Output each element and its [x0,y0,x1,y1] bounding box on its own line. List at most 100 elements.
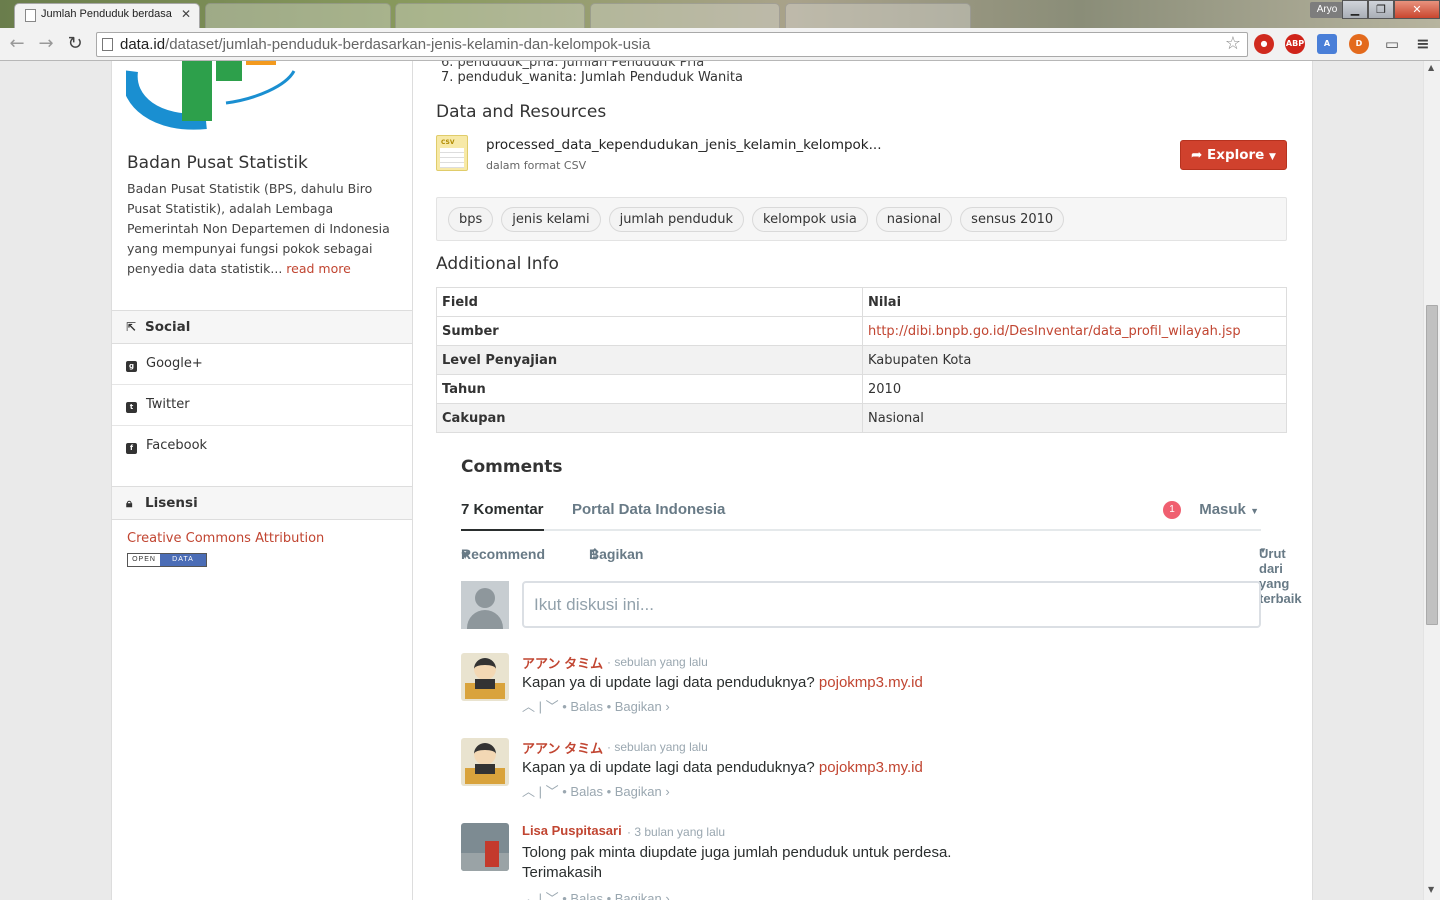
comment-text: Kapan ya di update lagi data penduduknya… [522,674,923,691]
minimize-icon[interactable]: ▁ [1342,0,1368,19]
comment-author[interactable]: Lisa Puspitasari [522,823,622,838]
bookmark-star-icon[interactable]: ☆ [1225,33,1241,54]
page-scrollbar[interactable]: ▲ ▼ [1423,61,1440,900]
comments-actions: ♥ Recommend ⇪ Bagikan Urut dari yang ter… [461,546,1302,606]
avatar[interactable] [461,738,509,786]
comment-text: Kapan ya di update lagi data penduduknya… [522,759,923,776]
browser-tab-active[interactable]: Jumlah Penduduk berdasa ✕ [14,3,200,28]
tag[interactable]: kelompok usia [752,207,868,232]
additional-info-table: Field Nilai Sumber http://dibi.bnpb.go.i… [436,287,1287,433]
additional-info-title: Additional Info [436,254,559,274]
caret-down-icon: ▼ [1250,506,1259,516]
browser-tab[interactable] [785,3,971,28]
tab-title: Jumlah Penduduk berdasa [41,8,172,20]
upvote-icon[interactable]: ︿ [522,699,535,714]
social-heading: ⇱ Social [112,310,412,344]
org-description: Badan Pusat Statistik (BPS, dahulu Biro … [127,181,390,276]
duckduckgo-icon[interactable]: D [1349,34,1369,54]
browser-tab[interactable] [590,3,780,28]
bps-logo [126,61,296,130]
caret-down-icon: ▼ [1269,152,1276,162]
comments-section: Comments 7 Komentar Portal Data Indonesi… [461,453,1302,900]
comment-link[interactable]: pojokmp3.my.id [819,674,923,691]
comment-author[interactable]: アアン タミム [522,738,603,757]
scroll-thumb[interactable] [1426,305,1438,625]
resource-name-link[interactable]: processed_data_kependudukan_jenis_kelami… [486,137,882,153]
reload-icon[interactable]: ↻ [64,33,86,55]
avatar[interactable] [461,653,509,701]
cast-icon[interactable]: ▭ [1382,34,1402,54]
main-content: 6. penduduk_pria: Jumlah Penduduk Pria 7… [413,61,1313,900]
field-list-item: 6. penduduk_pria: Jumlah Penduduk Pria [441,61,705,70]
upvote-icon[interactable]: ︿ [522,891,535,900]
share-square-icon: ⇱ [126,320,137,334]
tags-box: bps jenis kelami jumlah penduduk kelompo… [436,197,1287,241]
tab-close-icon[interactable]: ✕ [181,7,191,21]
share-link[interactable]: Bagikan › [615,699,670,714]
open-data-badge[interactable]: OPEN DATA [127,553,207,567]
caret-down-icon: ▼ [1259,546,1267,555]
read-more-link[interactable]: read more [286,261,351,276]
translate-icon[interactable]: A [1317,34,1337,54]
facebook-icon: f [126,443,137,454]
comment-link[interactable]: pojokmp3.my.id [819,759,923,776]
lock-icon: 🔒︎ [126,496,133,510]
comment-time[interactable]: · sebulan yang lalu [607,740,708,754]
avatar[interactable] [461,823,509,871]
table-row: Field Nilai [436,287,1287,317]
social-link-googleplus[interactable]: g Google+ [112,344,412,385]
browser-tab[interactable] [205,3,391,28]
explore-button[interactable]: ➦ Explore ▼ [1180,140,1287,170]
comment-input[interactable]: Ikut diskusi ini... [522,581,1261,628]
comments-nav: 7 Komentar Portal Data Indonesia 1 Masuk… [461,501,1261,531]
reply-button[interactable]: Balas [570,699,603,714]
comment-time[interactable]: · sebulan yang lalu [607,655,708,669]
page-icon [102,38,113,51]
sidebar: Badan Pusat Statistik Badan Pusat Statis… [111,61,413,900]
adblock-icon[interactable]: ABP [1285,34,1305,54]
comment-text: Tolong pak minta diupdate juga jumlah pe… [522,844,952,881]
tag[interactable]: nasional [875,207,953,232]
tag[interactable]: sensus 2010 [960,207,1065,232]
reply-button[interactable]: Balas [570,891,603,900]
scroll-up-icon[interactable]: ▲ [1428,63,1434,72]
address-bar[interactable]: data.id/dataset/jumlah-penduduk-berdasar… [96,32,1248,57]
browser-toolbar: ← → ↻ data.id/dataset/jumlah-penduduk-be… [0,28,1440,61]
tab-community[interactable]: Portal Data Indonesia [572,501,725,518]
window-titlebar: Jumlah Penduduk berdasa ✕ Aryo ▁ ❐ ✕ [0,0,1440,28]
table-row: Tahun 2010 [436,374,1287,404]
window-close-icon[interactable]: ✕ [1394,0,1440,19]
downvote-icon[interactable]: ﹀ [546,784,559,799]
browser-tab[interactable] [395,3,585,28]
scroll-down-icon[interactable]: ▼ [1428,885,1434,894]
downvote-icon[interactable]: ﹀ [546,891,559,900]
notification-badge[interactable]: 1 [1163,501,1181,519]
tab-comments-count[interactable]: 7 Komentar [461,501,544,531]
share-link[interactable]: Bagikan › [615,891,670,900]
tag[interactable]: bps [448,207,494,232]
reply-button[interactable]: Balas [570,784,603,799]
menu-icon[interactable]: ≡ [1413,34,1433,54]
field-list-item: 7. penduduk_wanita: Jumlah Penduduk Wani… [441,70,743,85]
csv-file-icon: CSV [436,135,468,171]
tag[interactable]: jumlah penduduk [608,207,745,232]
forward-icon[interactable]: → [35,33,57,55]
comment-time[interactable]: · 3 bulan yang lalu [627,825,725,839]
back-icon[interactable]: ← [6,33,28,55]
stop-icon[interactable]: ● [1254,34,1274,54]
social-link-twitter[interactable]: t Twitter [112,385,412,426]
upvote-icon[interactable]: ︿ [522,784,535,799]
page-favicon-icon [25,9,36,22]
source-link[interactable]: http://dibi.bnpb.go.id/DesInventar/data_… [868,324,1241,339]
maximize-icon[interactable]: ❐ [1368,0,1394,19]
tag[interactable]: jenis kelami [501,207,601,232]
profile-button[interactable]: Aryo [1310,2,1344,18]
social-link-facebook[interactable]: f Facebook [112,426,412,467]
downvote-icon[interactable]: ﹀ [546,699,559,714]
license-link[interactable]: Creative Commons Attribution [127,531,324,546]
license-heading: 🔒︎ Lisensi [112,486,412,520]
resource-item: CSV processed_data_kependudukan_jenis_ke… [436,135,1286,175]
comment-author[interactable]: アアン タミム [522,653,603,672]
share-link[interactable]: Bagikan › [615,784,670,799]
login-dropdown[interactable]: Masuk ▼ [1199,501,1259,518]
